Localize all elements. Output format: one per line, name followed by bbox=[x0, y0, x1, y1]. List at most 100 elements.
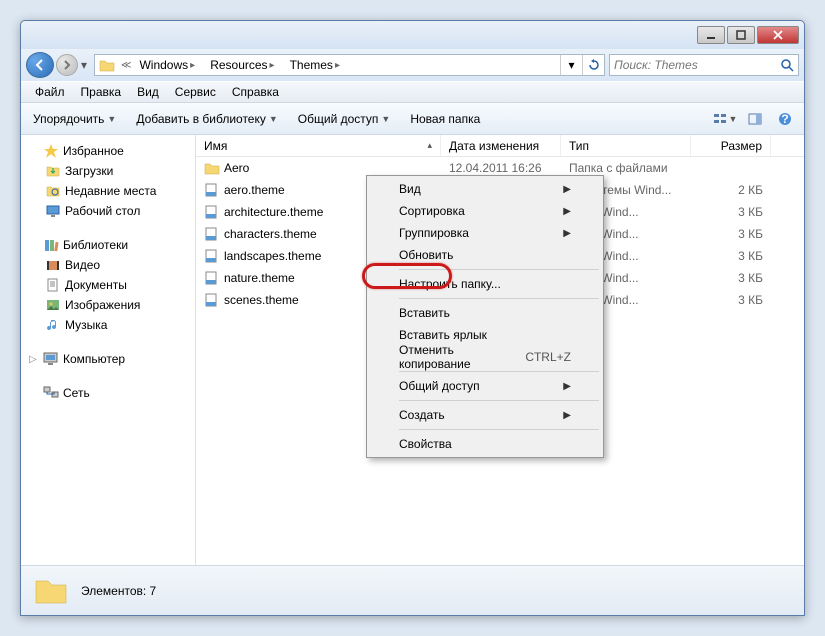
sidebar-network[interactable]: Сеть bbox=[21, 383, 195, 403]
chevron-right-icon: ≪ bbox=[119, 60, 133, 71]
menu-view[interactable]: Вид bbox=[129, 83, 167, 101]
breadcrumb-label: Windows bbox=[139, 58, 188, 72]
organize-button[interactable]: Упорядочить▼ bbox=[27, 108, 122, 130]
explorer-window: ▾ ≪ Windows▸ Resources▸ Themes▸ ▾ Файл П… bbox=[20, 20, 805, 616]
column-size[interactable]: Размер bbox=[691, 135, 771, 156]
menu-help[interactable]: Справка bbox=[224, 83, 287, 101]
context-menu-label: Вставить ярлык bbox=[399, 328, 487, 342]
menu-file[interactable]: Файл bbox=[27, 83, 73, 101]
recent-icon bbox=[45, 183, 61, 199]
file-list-pane: Имя▴ Дата изменения Тип Размер Aero 12.04… bbox=[196, 135, 804, 565]
sidebar-item-recent[interactable]: Недавние места bbox=[21, 181, 195, 201]
minimize-button[interactable] bbox=[697, 26, 725, 44]
context-menu-item[interactable]: Обновить bbox=[369, 244, 601, 266]
content-area: Избранное Загрузки Недавние места Рабочи… bbox=[21, 135, 804, 565]
address-bar[interactable]: ≪ Windows▸ Resources▸ Themes▸ ▾ bbox=[94, 54, 605, 76]
file-name: Aero bbox=[224, 161, 249, 175]
sidebar-libraries[interactable]: Библиотеки bbox=[21, 235, 195, 255]
column-date[interactable]: Дата изменения bbox=[441, 135, 561, 156]
sidebar-item-label: Недавние места bbox=[65, 184, 156, 198]
context-menu-label: Группировка bbox=[399, 226, 469, 240]
expand-icon: ▷ bbox=[29, 354, 39, 365]
context-menu-item[interactable]: Вид▶ bbox=[369, 178, 601, 200]
file-name: nature.theme bbox=[224, 271, 295, 285]
new-folder-button[interactable]: Новая папка bbox=[404, 108, 486, 130]
sidebar-label: Сеть bbox=[63, 386, 90, 400]
chevron-down-icon: ▼ bbox=[381, 114, 390, 124]
back-button[interactable] bbox=[26, 52, 54, 78]
menu-service[interactable]: Сервис bbox=[167, 83, 224, 101]
theme-file-icon bbox=[204, 182, 220, 198]
sidebar-item-label: Рабочий стол bbox=[65, 204, 140, 218]
command-bar: Упорядочить▼ Добавить в библиотеку▼ Общи… bbox=[21, 103, 804, 135]
folder-icon bbox=[204, 160, 220, 176]
sidebar-item-documents[interactable]: Документы bbox=[21, 275, 195, 295]
breadcrumb-windows[interactable]: Windows▸ bbox=[133, 55, 204, 75]
chevron-right-icon: ▸ bbox=[268, 60, 277, 71]
theme-file-icon bbox=[204, 270, 220, 286]
submenu-arrow-icon: ▶ bbox=[563, 184, 571, 195]
context-menu-item[interactable]: Настроить папку... bbox=[369, 273, 601, 295]
help-button[interactable]: ? bbox=[772, 108, 798, 130]
file-size: 3 КБ bbox=[691, 271, 771, 285]
address-dropdown-button[interactable]: ▾ bbox=[560, 55, 582, 75]
context-menu-item[interactable]: Сортировка ▶ bbox=[369, 200, 601, 222]
add-library-button[interactable]: Добавить в библиотеку▼ bbox=[130, 108, 283, 130]
chevron-right-icon: ▸ bbox=[333, 60, 342, 71]
sidebar-item-label: Музыка bbox=[65, 318, 107, 332]
folder-icon bbox=[99, 57, 115, 73]
context-menu-label: Вставить bbox=[399, 306, 450, 320]
sidebar-item-label: Загрузки bbox=[65, 164, 113, 178]
preview-pane-button[interactable] bbox=[742, 108, 768, 130]
sidebar-item-videos[interactable]: Видео bbox=[21, 255, 195, 275]
context-menu-label: Сортировка bbox=[399, 204, 465, 218]
context-menu-item[interactable]: Создать▶ bbox=[369, 404, 601, 426]
sidebar-item-desktop[interactable]: Рабочий стол bbox=[21, 201, 195, 221]
context-menu: Вид▶Сортировка▶Группировка▶ОбновитьНастр… bbox=[366, 175, 604, 458]
view-options-button[interactable]: ▼ bbox=[712, 108, 738, 130]
network-icon bbox=[43, 385, 59, 401]
context-menu-item[interactable]: Свойства bbox=[369, 433, 601, 455]
sidebar-item-music[interactable]: Музыка bbox=[21, 315, 195, 335]
breadcrumb-label: Themes bbox=[290, 58, 333, 72]
close-button[interactable] bbox=[757, 26, 799, 44]
column-type[interactable]: Тип bbox=[561, 135, 691, 156]
sidebar-favorites[interactable]: Избранное bbox=[21, 141, 195, 161]
context-menu-separator bbox=[399, 400, 599, 401]
sidebar-label: Избранное bbox=[63, 144, 124, 158]
context-menu-item[interactable]: Группировка▶ bbox=[369, 222, 601, 244]
sidebar-computer[interactable]: ▷ Компьютер bbox=[21, 349, 195, 369]
menu-edit[interactable]: Правка bbox=[73, 83, 130, 101]
sidebar-item-pictures[interactable]: Изображения bbox=[21, 295, 195, 315]
history-dropdown[interactable]: ▾ bbox=[78, 52, 90, 78]
star-icon bbox=[43, 143, 59, 159]
context-menu-item[interactable]: Общий доступ▶ bbox=[369, 375, 601, 397]
column-name[interactable]: Имя▴ bbox=[196, 135, 441, 156]
computer-icon bbox=[43, 351, 59, 367]
context-menu-separator bbox=[399, 298, 599, 299]
share-button[interactable]: Общий доступ▼ bbox=[292, 108, 397, 130]
titlebar bbox=[21, 21, 804, 49]
column-headers: Имя▴ Дата изменения Тип Размер bbox=[196, 135, 804, 157]
search-box[interactable] bbox=[609, 54, 799, 76]
context-menu-separator bbox=[399, 269, 599, 270]
breadcrumb-resources[interactable]: Resources▸ bbox=[204, 55, 283, 75]
svg-text:?: ? bbox=[781, 112, 788, 126]
context-menu-label: Создать bbox=[399, 408, 445, 422]
file-name: landscapes.theme bbox=[224, 249, 321, 263]
search-input[interactable] bbox=[614, 58, 780, 72]
file-date: 12.04.2011 16:26 bbox=[441, 161, 561, 175]
maximize-button[interactable] bbox=[727, 26, 755, 44]
theme-file-icon bbox=[204, 248, 220, 264]
context-menu-item[interactable]: Отменить копированиеCTRL+Z bbox=[369, 346, 601, 368]
context-menu-item[interactable]: Вставить bbox=[369, 302, 601, 324]
status-bar: Элементов: 7 bbox=[21, 565, 804, 615]
file-size: 3 КБ bbox=[691, 249, 771, 263]
forward-button[interactable] bbox=[56, 54, 78, 76]
breadcrumb-themes[interactable]: Themes▸ bbox=[284, 55, 349, 75]
menubar: Файл Правка Вид Сервис Справка bbox=[21, 81, 804, 103]
file-size: 3 КБ bbox=[691, 227, 771, 241]
sidebar-item-downloads[interactable]: Загрузки bbox=[21, 161, 195, 181]
refresh-button[interactable] bbox=[582, 55, 604, 75]
submenu-arrow-icon: ▶ bbox=[563, 206, 571, 217]
